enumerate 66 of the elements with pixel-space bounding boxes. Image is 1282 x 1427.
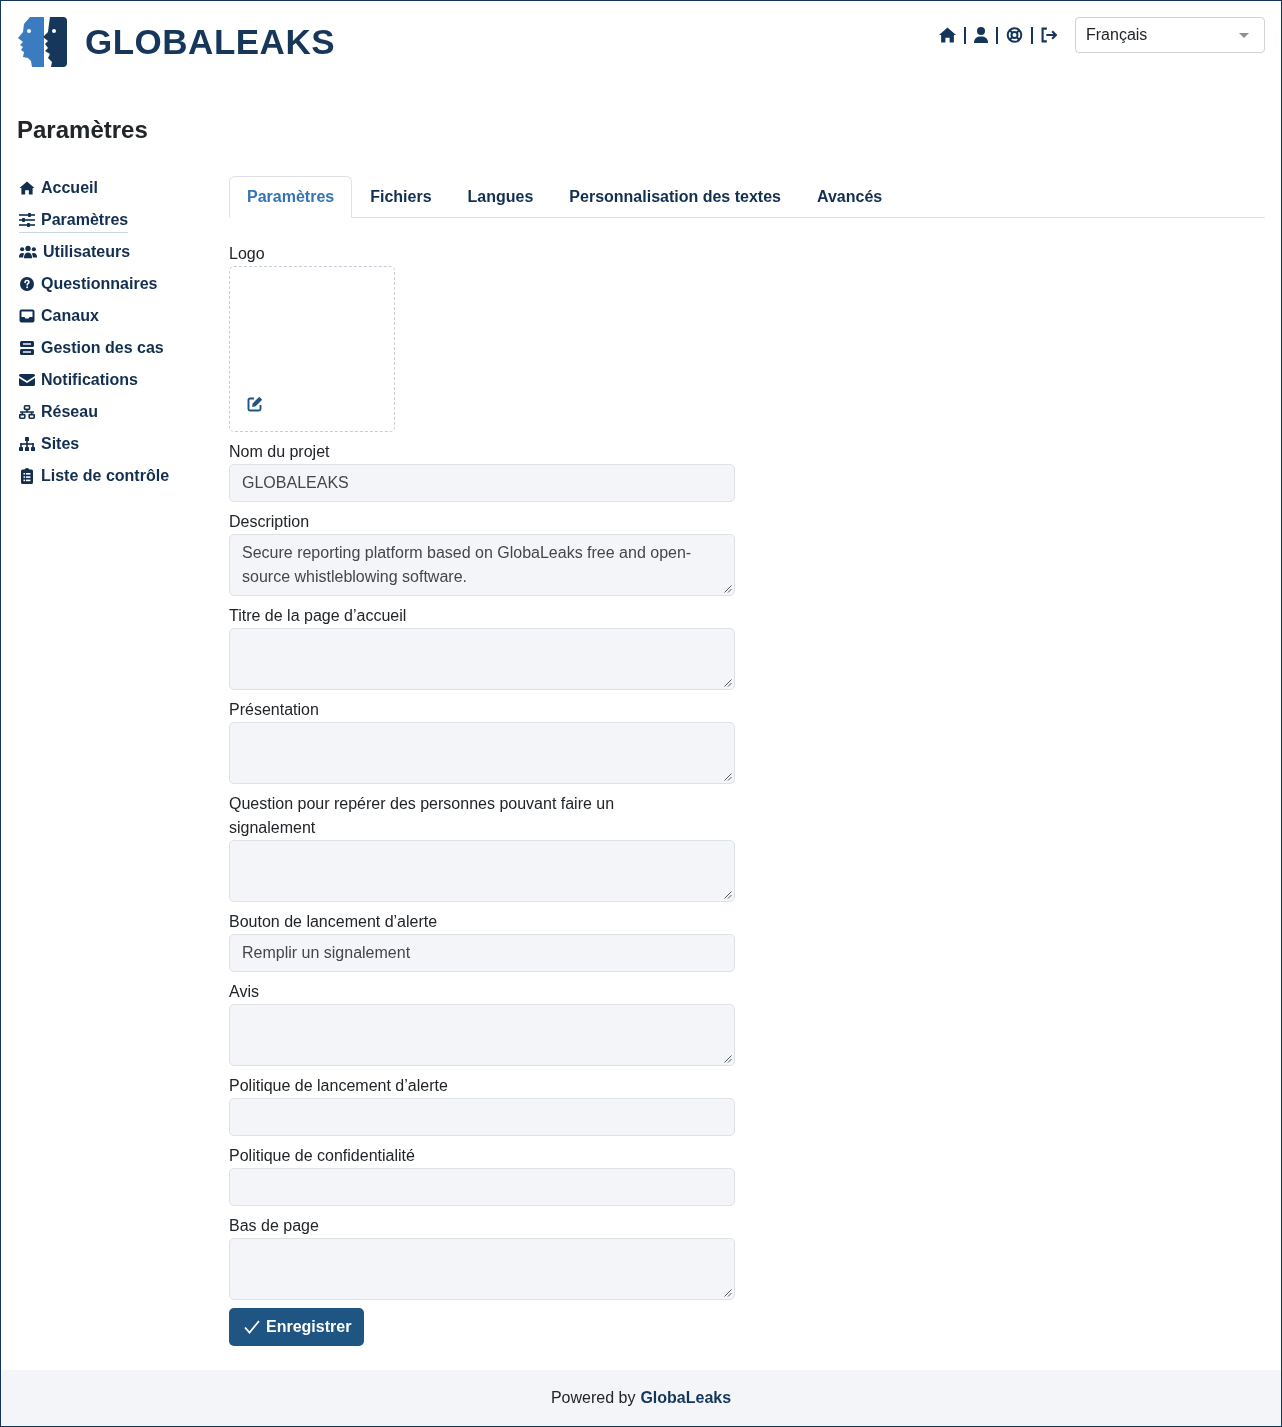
page-title: Paramètres [17, 115, 149, 144]
resize-grip-icon [724, 1289, 732, 1297]
save-button[interactable]: Enregistrer [229, 1308, 365, 1346]
textarea-field[interactable]: Secure reporting platform based on GlobaLeaks free and open-source whistleblowing software. [229, 534, 735, 596]
tab[interactable]: Personnalisation des textes [551, 176, 799, 218]
textarea-field[interactable] [229, 1004, 735, 1066]
field-label: Politique de lancement d’alerte [229, 1076, 449, 1096]
field-label: Présentation [229, 700, 320, 720]
logout-icon[interactable] [1041, 27, 1058, 43]
resize-grip-icon [724, 585, 732, 593]
input-field[interactable] [229, 1098, 735, 1136]
language-select[interactable]: Français [1075, 17, 1265, 53]
input-field[interactable] [229, 1168, 735, 1206]
sidebar-item[interactable]: Utilisateurs [19, 239, 131, 265]
home-icon[interactable] [939, 27, 956, 43]
user-icon[interactable] [974, 27, 988, 43]
sitemap-icon [19, 436, 35, 451]
sidebar-item[interactable]: Accueil [19, 175, 98, 201]
field-label: Logo [229, 244, 266, 264]
caret-icon [1239, 32, 1249, 38]
sliders-icon [19, 212, 35, 227]
field-label: Titre de la page d’accueil [229, 606, 408, 626]
sidebar-item[interactable]: Sites [19, 431, 80, 457]
sidebar-item[interactable]: Canaux [19, 303, 99, 329]
field-label: Bas de page [229, 1216, 320, 1236]
inbox-icon [19, 308, 35, 323]
edit-icon[interactable] [247, 396, 263, 412]
resize-grip-icon [724, 679, 732, 687]
field-label: Avis [229, 982, 260, 1002]
input-field[interactable]: Remplir un signalement [229, 934, 735, 972]
footer-link[interactable]: GlobaLeaks [640, 1389, 732, 1407]
field-label: Bouton de lancement d’alerte [229, 912, 439, 932]
sidebar-item[interactable]: Questionnaires [19, 271, 158, 297]
footer-text: Powered by [550, 1389, 636, 1407]
sidebar-item[interactable]: Notifications [19, 367, 138, 393]
tab[interactable]: Langues [449, 176, 552, 218]
textarea-field[interactable] [229, 840, 735, 902]
sidebar-item[interactable]: Gestion des cas [19, 335, 164, 361]
field-label: Politique de confidentialité [229, 1146, 416, 1166]
sidebar-item[interactable]: Réseau [19, 399, 98, 425]
resize-grip-icon [724, 773, 732, 781]
input-field[interactable]: GLOBALEAKS [229, 464, 735, 502]
network-icon [19, 404, 35, 419]
logo-text[interactable]: GLOBALEAKS [85, 22, 335, 62]
sidebar-item[interactable]: Liste de contrôle [19, 463, 170, 489]
textarea-field[interactable] [229, 722, 735, 784]
lifebuoy-icon[interactable] [1006, 27, 1023, 43]
tab[interactable]: Paramètres [229, 176, 353, 218]
resize-grip-icon [724, 1055, 732, 1063]
question-circle-icon [19, 276, 35, 291]
tab[interactable]: Fichiers [352, 176, 450, 218]
textarea-field[interactable] [229, 1238, 735, 1300]
clipboard-icon [21, 467, 33, 484]
resize-grip-icon [724, 891, 732, 899]
stacked-bars-icon [19, 340, 35, 355]
check-icon [244, 1320, 260, 1334]
field-label: Question pour repérer des personnes pouvant faire un signalement [229, 794, 616, 838]
envelope-icon [19, 372, 35, 387]
logo-icon [17, 17, 67, 67]
field-label: Nom du projet [229, 442, 331, 462]
home-icon [19, 180, 35, 195]
sidebar-item[interactable]: Paramètres [19, 207, 129, 233]
textarea-field[interactable] [229, 628, 735, 690]
tab[interactable]: Avancés [798, 176, 901, 218]
users-icon [19, 244, 37, 259]
field-label: Description [229, 512, 311, 532]
